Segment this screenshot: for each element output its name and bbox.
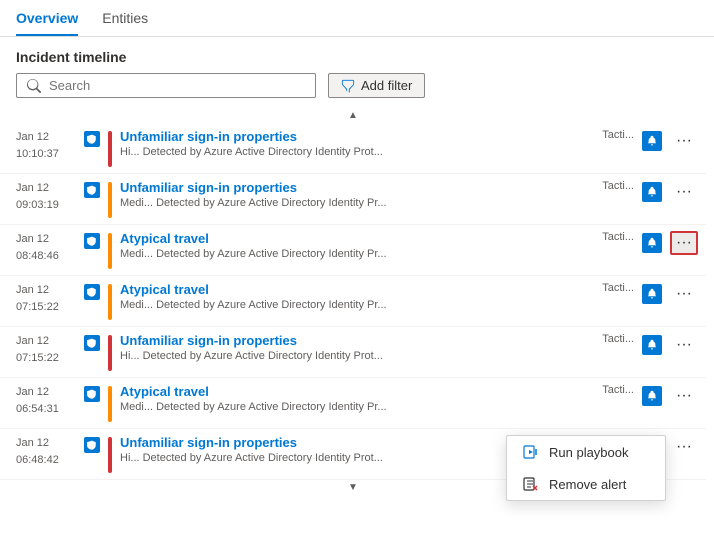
incident-info[interactable]: Atypical travel Medi... Detected by Azur… (120, 282, 594, 311)
severity-bar (108, 437, 112, 473)
more-button[interactable]: ··· (670, 333, 698, 357)
shield-icon (84, 131, 100, 147)
tactic-badge: Tacti... (602, 333, 634, 345)
tactic-badge: Tacti... (602, 282, 634, 294)
shield-icon (84, 182, 100, 198)
severity-bar (108, 284, 112, 320)
date-col: Jan 12 07:15:22 (16, 282, 76, 315)
playbook-icon (523, 444, 539, 460)
table-row: Jan 12 06:54:31 Atypical travel Medi... … (0, 378, 706, 429)
alert-icon (642, 131, 662, 151)
alert-icon (642, 233, 662, 253)
shield-icon (84, 386, 100, 402)
more-button[interactable]: ··· (670, 435, 698, 459)
table-row: Jan 12 07:15:22 Unfamiliar sign-in prope… (0, 327, 706, 378)
alert-icon (642, 284, 662, 304)
remove-alert-menu-item[interactable]: Remove alert (507, 468, 665, 500)
severity-bar (108, 386, 112, 422)
section-title: Incident timeline (0, 37, 714, 73)
incident-title: Atypical travel (120, 384, 594, 399)
alert-icon (642, 386, 662, 406)
context-menu: Run playbook Remove alert (506, 435, 666, 501)
date-col: Jan 12 06:48:42 (16, 435, 76, 468)
incident-title: Unfamiliar sign-in properties (120, 129, 594, 144)
remove-alert-label: Remove alert (549, 477, 626, 492)
run-playbook-menu-item[interactable]: Run playbook (507, 436, 665, 468)
incident-meta: Medi... Detected by Azure Active Directo… (120, 401, 594, 413)
incident-title: Atypical travel (120, 231, 594, 246)
shield-icon (84, 335, 100, 351)
tactic-badge: Tacti... (602, 384, 634, 396)
incident-info[interactable]: Unfamiliar sign-in properties Hi... Dete… (120, 333, 594, 362)
incident-info[interactable]: Unfamiliar sign-in properties Medi... De… (120, 180, 594, 209)
table-row: Jan 12 09:03:19 Unfamiliar sign-in prope… (0, 174, 706, 225)
date-col: Jan 12 09:03:19 (16, 180, 76, 213)
search-box[interactable] (16, 73, 316, 98)
severity-bar (108, 131, 112, 167)
severity-bar (108, 182, 112, 218)
incident-info[interactable]: Unfamiliar sign-in properties Hi... Dete… (120, 129, 594, 158)
date-col: Jan 12 07:15:22 (16, 333, 76, 366)
table-row: Jan 12 08:48:46 Atypical travel Medi... … (0, 225, 706, 276)
add-filter-label: Add filter (361, 78, 412, 93)
search-input[interactable] (49, 78, 305, 93)
incident-meta: Medi... Detected by Azure Active Directo… (120, 197, 594, 209)
incident-title: Unfamiliar sign-in properties (120, 333, 594, 348)
severity-bar (108, 233, 112, 269)
tab-bar: Overview Entities (0, 0, 714, 37)
incident-info[interactable]: Atypical travel Medi... Detected by Azur… (120, 231, 594, 260)
shield-icon (84, 437, 100, 453)
table-row: Jan 12 10:10:37 Unfamiliar sign-in prope… (0, 123, 706, 174)
more-button[interactable]: ··· (670, 384, 698, 408)
alert-icon (642, 182, 662, 202)
incident-meta: Hi... Detected by Azure Active Directory… (120, 350, 594, 362)
remove-icon (523, 476, 539, 492)
alert-icon (642, 335, 662, 355)
date-col: Jan 12 06:54:31 (16, 384, 76, 417)
tactic-badge: Tacti... (602, 180, 634, 192)
more-button-active[interactable]: ··· (670, 231, 698, 255)
toolbar: Add filter (0, 73, 714, 108)
date-col: Jan 12 08:48:46 (16, 231, 76, 264)
scroll-up-arrow[interactable]: ▲ (0, 108, 706, 123)
incident-title: Atypical travel (120, 282, 594, 297)
tactic-badge: Tacti... (602, 231, 634, 243)
date-col: Jan 12 10:10:37 (16, 129, 76, 162)
shield-icon (84, 284, 100, 300)
add-filter-button[interactable]: Add filter (328, 73, 425, 98)
tactic-badge: Tacti... (602, 129, 634, 141)
table-row: Jan 12 07:15:22 Atypical travel Medi... … (0, 276, 706, 327)
search-icon (27, 79, 41, 93)
filter-icon (341, 79, 355, 93)
more-button[interactable]: ··· (670, 129, 698, 153)
timeline-list: ▲ Jan 12 10:10:37 Unfamiliar sign-in pro… (0, 108, 714, 528)
severity-bar (108, 335, 112, 371)
incident-meta: Hi... Detected by Azure Active Directory… (120, 146, 594, 158)
tab-overview[interactable]: Overview (16, 0, 78, 36)
run-playbook-label: Run playbook (549, 445, 629, 460)
incident-meta: Medi... Detected by Azure Active Directo… (120, 299, 594, 311)
more-button[interactable]: ··· (670, 180, 698, 204)
more-button[interactable]: ··· (670, 282, 698, 306)
incident-title: Unfamiliar sign-in properties (120, 180, 594, 195)
tab-entities[interactable]: Entities (102, 0, 148, 36)
incident-info[interactable]: Atypical travel Medi... Detected by Azur… (120, 384, 594, 413)
incident-meta: Medi... Detected by Azure Active Directo… (120, 248, 594, 260)
shield-icon (84, 233, 100, 249)
